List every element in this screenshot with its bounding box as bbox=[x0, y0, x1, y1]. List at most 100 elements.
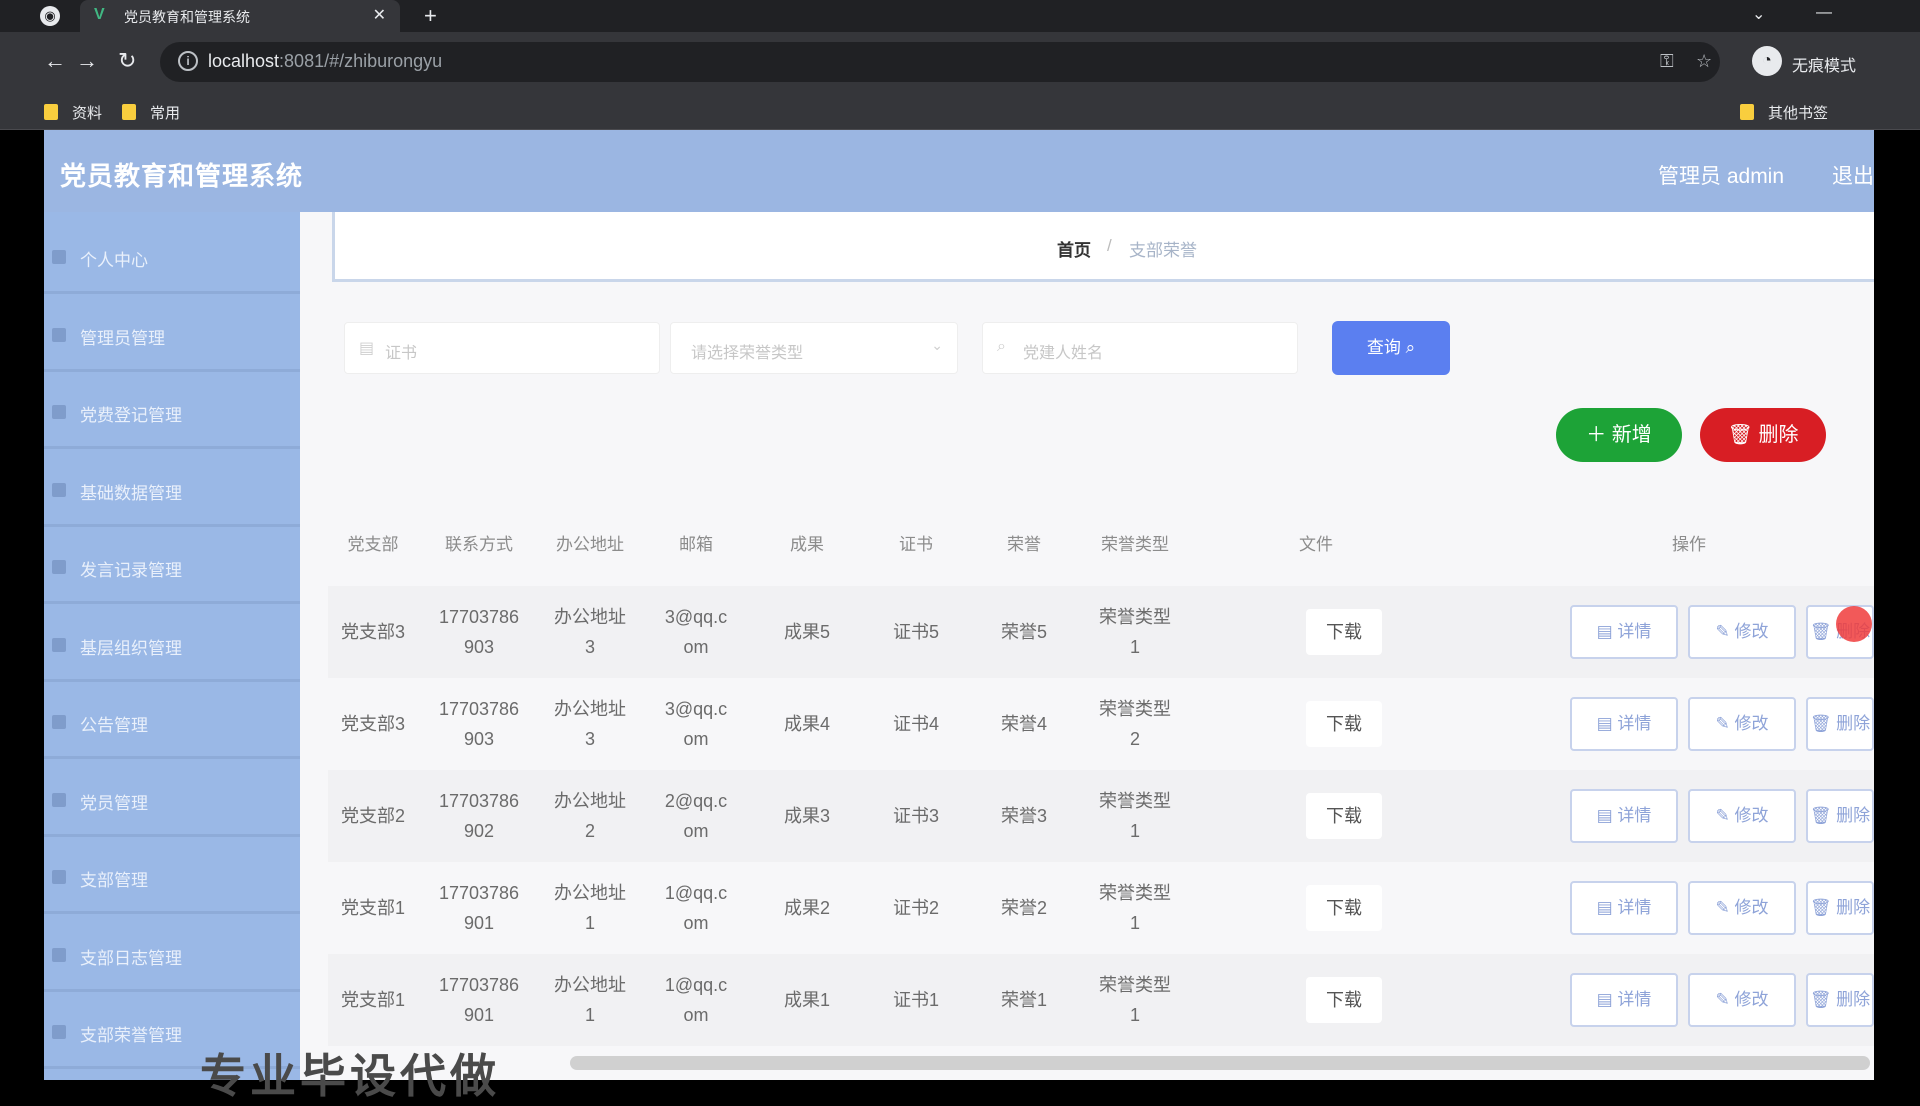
sidebar-item-branch-logs[interactable]: 支部日志管理 bbox=[44, 920, 300, 992]
sidebar-item-base-data[interactable]: 基础数据管理 bbox=[44, 455, 300, 527]
back-arrow-icon[interactable]: ← bbox=[44, 48, 66, 74]
trash-icon: 🗑 bbox=[1809, 714, 1832, 733]
new-tab-icon[interactable]: + bbox=[424, 3, 437, 29]
search-icon: ⌕ bbox=[1405, 338, 1416, 357]
download-button[interactable]: 下载 bbox=[1306, 977, 1382, 1023]
cell-email: 2@qq.com bbox=[664, 791, 728, 841]
cell-email: 1@qq.com bbox=[664, 975, 728, 1025]
cell-honor-type: 荣誉类型2 bbox=[1099, 699, 1171, 749]
detail-button[interactable]: ▤ 详情 bbox=[1570, 697, 1678, 751]
logout-link[interactable]: 退出 bbox=[1832, 160, 1874, 190]
cell-phone: 17703786901 bbox=[438, 975, 520, 1025]
delete-button[interactable]: 🗑 删除 bbox=[1806, 697, 1874, 751]
cell-honor-type: 荣誉类型1 bbox=[1099, 607, 1171, 657]
delete-button[interactable]: 🗑 删除 bbox=[1806, 881, 1874, 935]
org-icon bbox=[52, 638, 66, 652]
download-button[interactable]: 下载 bbox=[1306, 885, 1382, 931]
bookmark-star-icon[interactable]: ☆ bbox=[1696, 51, 1712, 72]
detail-icon: ▤ bbox=[1596, 714, 1613, 733]
col-header-address: 办公地址 bbox=[556, 535, 624, 554]
cell-honor-type: 荣誉类型1 bbox=[1099, 975, 1171, 1025]
cell-cert: 证书5 bbox=[892, 622, 939, 642]
tab-close-icon[interactable]: ✕ bbox=[373, 5, 386, 25]
sidebar-item-organizations[interactable]: 基层组织管理 bbox=[44, 610, 300, 682]
table-row: 党支部3 17703786903 办公地址3 3@qq.com 成果4 证书4 … bbox=[328, 678, 1874, 770]
folder-icon bbox=[44, 104, 58, 120]
honor-type-select[interactable]: 请选择荣誉类型 ⌄ bbox=[670, 322, 958, 374]
sidebar-item-speech-records[interactable]: 发言记录管理 bbox=[44, 532, 300, 604]
add-button[interactable]: ＋ 新增 bbox=[1556, 408, 1682, 462]
col-header-actions: 操作 bbox=[1672, 535, 1706, 554]
certificate-search-input[interactable]: ▤ 证书 bbox=[344, 322, 660, 374]
bookmark-folder-1[interactable]: 资料 bbox=[44, 102, 102, 123]
browser-tab[interactable]: V 党员教育和管理系统 ✕ bbox=[80, 0, 400, 32]
breadcrumb: 首页 / 支部荣誉 bbox=[332, 212, 1874, 282]
edit-button[interactable]: ✎ 修改 bbox=[1688, 881, 1796, 935]
edit-icon: ✎ bbox=[1715, 898, 1730, 917]
sidebar-item-members[interactable]: 党员管理 bbox=[44, 765, 300, 837]
dues-icon bbox=[52, 405, 66, 419]
sidebar-item-announcements[interactable]: 公告管理 bbox=[44, 687, 300, 759]
cursor-highlight bbox=[1836, 606, 1872, 642]
horizontal-scrollbar[interactable] bbox=[570, 1056, 1870, 1070]
minimize-icon[interactable]: — bbox=[1816, 4, 1832, 22]
cell-address: 办公地址3 bbox=[554, 699, 626, 749]
main-content: 首页 / 支部荣誉 ▤ 证书 请选择荣誉类型 ⌄ ⌕ 党建人姓名 查询 ⌕ ＋ … bbox=[300, 212, 1874, 1080]
browser-tab-bar: ◉ V 党员教育和管理系统 ✕ + ⌄ — bbox=[0, 0, 1920, 32]
trash-icon: 🗑 bbox=[1809, 990, 1832, 1009]
sidebar: 个人中心 管理员管理 党费登记管理 基础数据管理 发言记录管理 基层组织管理 公… bbox=[44, 212, 300, 1080]
watermark-caption: 专业毕设代做 bbox=[200, 1050, 500, 1102]
detail-button[interactable]: ▤ 详情 bbox=[1570, 973, 1678, 1027]
sidebar-item-dues[interactable]: 党费登记管理 bbox=[44, 377, 300, 449]
detail-button[interactable]: ▤ 详情 bbox=[1570, 605, 1678, 659]
cell-result: 成果4 bbox=[783, 714, 830, 734]
download-button[interactable]: 下载 bbox=[1306, 701, 1382, 747]
cell-cert: 证书1 bbox=[892, 990, 939, 1010]
cell-honor: 荣誉3 bbox=[1000, 806, 1047, 826]
cell-branch: 党支部1 bbox=[340, 898, 405, 918]
forward-arrow-icon[interactable]: → bbox=[76, 48, 98, 74]
admin-label: 管理员 admin bbox=[1658, 165, 1785, 188]
site-info-icon[interactable]: i bbox=[178, 51, 198, 71]
col-header-cert: 证书 bbox=[899, 535, 933, 554]
tab-search-chevron-icon[interactable]: ⌄ bbox=[1752, 4, 1765, 24]
edit-button[interactable]: ✎ 修改 bbox=[1688, 973, 1796, 1027]
search-icon: ⌕ bbox=[997, 338, 1006, 355]
query-button[interactable]: 查询 ⌕ bbox=[1332, 321, 1450, 375]
edit-icon: ✎ bbox=[1715, 714, 1730, 733]
download-button[interactable]: 下载 bbox=[1306, 793, 1382, 839]
cell-cert: 证书4 bbox=[892, 714, 939, 734]
address-bar[interactable]: i localhost:8081/#/zhiburongyu ⚿ ☆ bbox=[160, 42, 1720, 82]
other-bookmarks[interactable]: 其他书签 bbox=[1740, 102, 1828, 123]
detail-button[interactable]: ▤ 详情 bbox=[1570, 789, 1678, 843]
cell-email: 1@qq.com bbox=[664, 883, 728, 933]
sidebar-item-admins[interactable]: 管理员管理 bbox=[44, 300, 300, 372]
sidebar-item-profile[interactable]: 个人中心 bbox=[44, 222, 300, 294]
reload-icon[interactable]: ↻ bbox=[118, 48, 136, 74]
trash-icon: 🗑 bbox=[1809, 898, 1832, 917]
download-button[interactable]: 下载 bbox=[1306, 609, 1382, 655]
edit-button[interactable]: ✎ 修改 bbox=[1688, 605, 1796, 659]
edit-button[interactable]: ✎ 修改 bbox=[1688, 789, 1796, 843]
delete-button[interactable]: 🗑 删除 bbox=[1806, 973, 1874, 1027]
certificate-icon: ▤ bbox=[359, 340, 375, 357]
vue-favicon-icon: V bbox=[94, 6, 105, 23]
cell-branch: 党支部2 bbox=[340, 806, 405, 826]
folder-icon bbox=[1740, 104, 1754, 120]
incognito-icon[interactable]: ◔ bbox=[1752, 46, 1782, 76]
bulk-delete-button[interactable]: 🗑 删除 bbox=[1700, 408, 1826, 462]
edit-button[interactable]: ✎ 修改 bbox=[1688, 697, 1796, 751]
col-header-email: 邮箱 bbox=[679, 535, 713, 554]
cell-result: 成果1 bbox=[783, 990, 830, 1010]
sidebar-item-branches[interactable]: 支部管理 bbox=[44, 842, 300, 914]
password-key-icon[interactable]: ⚿ bbox=[1660, 51, 1674, 72]
delete-button[interactable]: 🗑 删除 bbox=[1806, 789, 1874, 843]
plus-icon: ＋ bbox=[1586, 424, 1607, 446]
cell-phone: 17703786901 bbox=[438, 883, 520, 933]
detail-button[interactable]: ▤ 详情 bbox=[1570, 881, 1678, 935]
bookmark-folder-2[interactable]: 常用 bbox=[122, 102, 180, 123]
breadcrumb-home[interactable]: 首页 bbox=[1057, 236, 1091, 261]
name-search-input[interactable]: ⌕ 党建人姓名 bbox=[982, 322, 1298, 374]
cell-honor: 荣誉5 bbox=[1000, 622, 1047, 642]
data-icon bbox=[52, 483, 66, 497]
